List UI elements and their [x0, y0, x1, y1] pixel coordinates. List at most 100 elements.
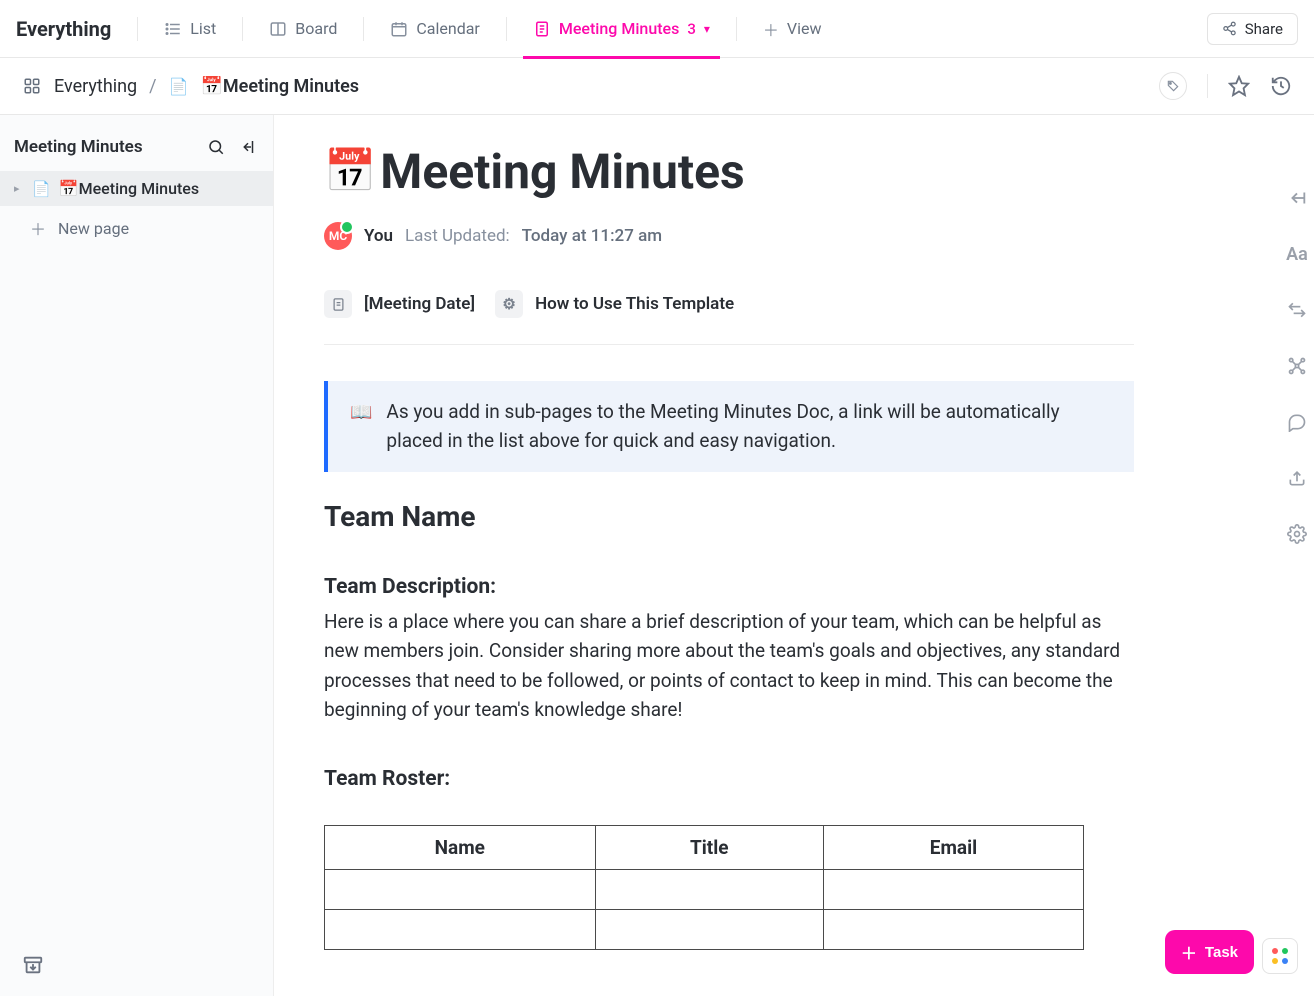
- breadcrumb-separator: /: [149, 76, 156, 97]
- tab-list[interactable]: List: [154, 0, 226, 58]
- chip-meeting-date[interactable]: [Meeting Date]: [324, 290, 475, 318]
- heading-team-description[interactable]: Team Description:: [324, 575, 1134, 599]
- tab-label: Board: [295, 19, 337, 38]
- doc-icon: [533, 20, 551, 38]
- settings-icon[interactable]: [1284, 521, 1310, 547]
- table-header-row: Name Title Email: [325, 825, 1084, 869]
- divider: [506, 17, 507, 41]
- tab-badge: 3: [687, 20, 696, 38]
- info-banner: 📖 As you add in sub-pages to the Meeting…: [324, 381, 1134, 472]
- doc-emoji[interactable]: 📅: [324, 151, 376, 193]
- tab-label: Calendar: [416, 19, 479, 38]
- divider: [137, 17, 138, 41]
- apps-grid-icon: [1272, 948, 1288, 964]
- chip-label: How to Use This Template: [535, 294, 734, 314]
- workspace-title[interactable]: Everything: [16, 17, 111, 41]
- tab-board[interactable]: Board: [259, 0, 347, 58]
- main-content: 📅 Meeting Minutes MC You Last Updated: T…: [274, 115, 1314, 996]
- share-icon: [1222, 21, 1237, 36]
- new-task-button[interactable]: ＋ Task: [1165, 930, 1254, 974]
- convert-icon[interactable]: [1284, 297, 1310, 323]
- search-icon[interactable]: [207, 138, 225, 156]
- page-file-icon: 📄: [32, 180, 51, 198]
- plus-icon: ＋: [30, 216, 46, 240]
- avatar[interactable]: MC: [324, 222, 352, 250]
- chevron-right-icon: ▸: [14, 182, 24, 195]
- doc-title-row: 📅 Meeting Minutes: [324, 143, 1134, 200]
- star-icon[interactable]: [1228, 75, 1250, 97]
- sidebar-title: Meeting Minutes: [14, 137, 197, 157]
- tab-label: Meeting Minutes: [559, 19, 680, 38]
- banner-text: As you add in sub-pages to the Meeting M…: [386, 397, 1112, 456]
- new-page-button[interactable]: ＋ New page: [0, 206, 273, 250]
- heading-team-roster[interactable]: Team Roster:: [324, 767, 1134, 791]
- top-bar: Everything List Board Calendar Meeting M…: [0, 0, 1314, 58]
- col-email: Email: [823, 825, 1083, 869]
- team-description-body[interactable]: Here is a place where you can share a br…: [324, 607, 1134, 725]
- tab-label: List: [190, 19, 216, 38]
- table-row[interactable]: [325, 869, 1084, 909]
- cell[interactable]: [595, 909, 823, 949]
- divider: [736, 17, 737, 41]
- comment-icon[interactable]: [1284, 409, 1310, 435]
- right-rail: Aa: [1284, 185, 1310, 547]
- divider: [242, 17, 243, 41]
- heading-team-name[interactable]: Team Name: [324, 500, 1134, 533]
- updated-label: Last Updated:: [405, 226, 510, 246]
- add-view-label: View: [787, 19, 822, 38]
- main-layout: Meeting Minutes ▸ 📄 📅Meeting Minutes ＋ N…: [0, 115, 1314, 996]
- task-label: Task: [1205, 944, 1238, 961]
- export-icon[interactable]: [1284, 465, 1310, 491]
- page-file-icon: 📄: [169, 77, 189, 96]
- cell[interactable]: [325, 909, 596, 949]
- plus-icon: ＋: [1181, 940, 1197, 964]
- expand-icon[interactable]: [1284, 185, 1310, 211]
- relationship-icon[interactable]: [1284, 353, 1310, 379]
- board-icon: [269, 20, 287, 38]
- chip-label: [Meeting Date]: [364, 294, 475, 314]
- cell[interactable]: [823, 909, 1083, 949]
- subpage-chips: [Meeting Date] ⚙ How to Use This Templat…: [324, 290, 1134, 345]
- doc-title[interactable]: Meeting Minutes: [380, 143, 744, 200]
- history-icon[interactable]: [1270, 75, 1292, 97]
- cell[interactable]: [595, 869, 823, 909]
- sidebar-item-meeting-minutes[interactable]: ▸ 📄 📅Meeting Minutes: [0, 171, 273, 206]
- table-row[interactable]: [325, 909, 1084, 949]
- divider: [1207, 74, 1208, 98]
- document: 📅 Meeting Minutes MC You Last Updated: T…: [274, 115, 1184, 950]
- add-view-button[interactable]: ＋ View: [753, 0, 832, 58]
- cell[interactable]: [823, 869, 1083, 909]
- cell[interactable]: [325, 869, 596, 909]
- chevron-down-icon: ▾: [704, 22, 710, 36]
- author-name: You: [364, 226, 393, 246]
- plus-icon: ＋: [763, 17, 779, 41]
- gear-icon: ⚙: [495, 290, 523, 318]
- typography-icon[interactable]: Aa: [1284, 241, 1310, 267]
- sidebar-item-label: 📅Meeting Minutes: [59, 179, 199, 198]
- collapse-sidebar-icon[interactable]: [239, 138, 257, 156]
- book-icon: 📖: [350, 399, 372, 456]
- calendar-icon: [390, 20, 408, 38]
- tag-button[interactable]: [1159, 72, 1187, 100]
- sidebar-header: Meeting Minutes: [0, 115, 273, 171]
- breadcrumb-current: 📅Meeting Minutes: [201, 76, 360, 97]
- apps-launcher-button[interactable]: [1262, 938, 1298, 974]
- breadcrumb-root[interactable]: Everything: [54, 76, 137, 97]
- apps-icon[interactable]: [22, 76, 42, 96]
- roster-table[interactable]: Name Title Email: [324, 825, 1084, 950]
- chip-how-to-use[interactable]: ⚙ How to Use This Template: [495, 290, 734, 318]
- new-page-label: New page: [58, 219, 129, 238]
- breadcrumb-bar: Everything / 📄 📅Meeting Minutes: [0, 58, 1314, 115]
- divider: [363, 17, 364, 41]
- tab-meeting-minutes[interactable]: Meeting Minutes 3 ▾: [523, 0, 720, 58]
- doc-icon: [324, 290, 352, 318]
- share-button[interactable]: Share: [1207, 13, 1298, 45]
- sidebar: Meeting Minutes ▸ 📄 📅Meeting Minutes ＋ N…: [0, 115, 274, 996]
- author-row: MC You Last Updated: Today at 11:27 am: [324, 222, 1134, 250]
- col-title: Title: [595, 825, 823, 869]
- list-icon: [164, 20, 182, 38]
- tab-calendar[interactable]: Calendar: [380, 0, 489, 58]
- share-label: Share: [1245, 20, 1283, 38]
- archive-icon[interactable]: [22, 954, 44, 976]
- updated-value: Today at 11:27 am: [522, 226, 662, 246]
